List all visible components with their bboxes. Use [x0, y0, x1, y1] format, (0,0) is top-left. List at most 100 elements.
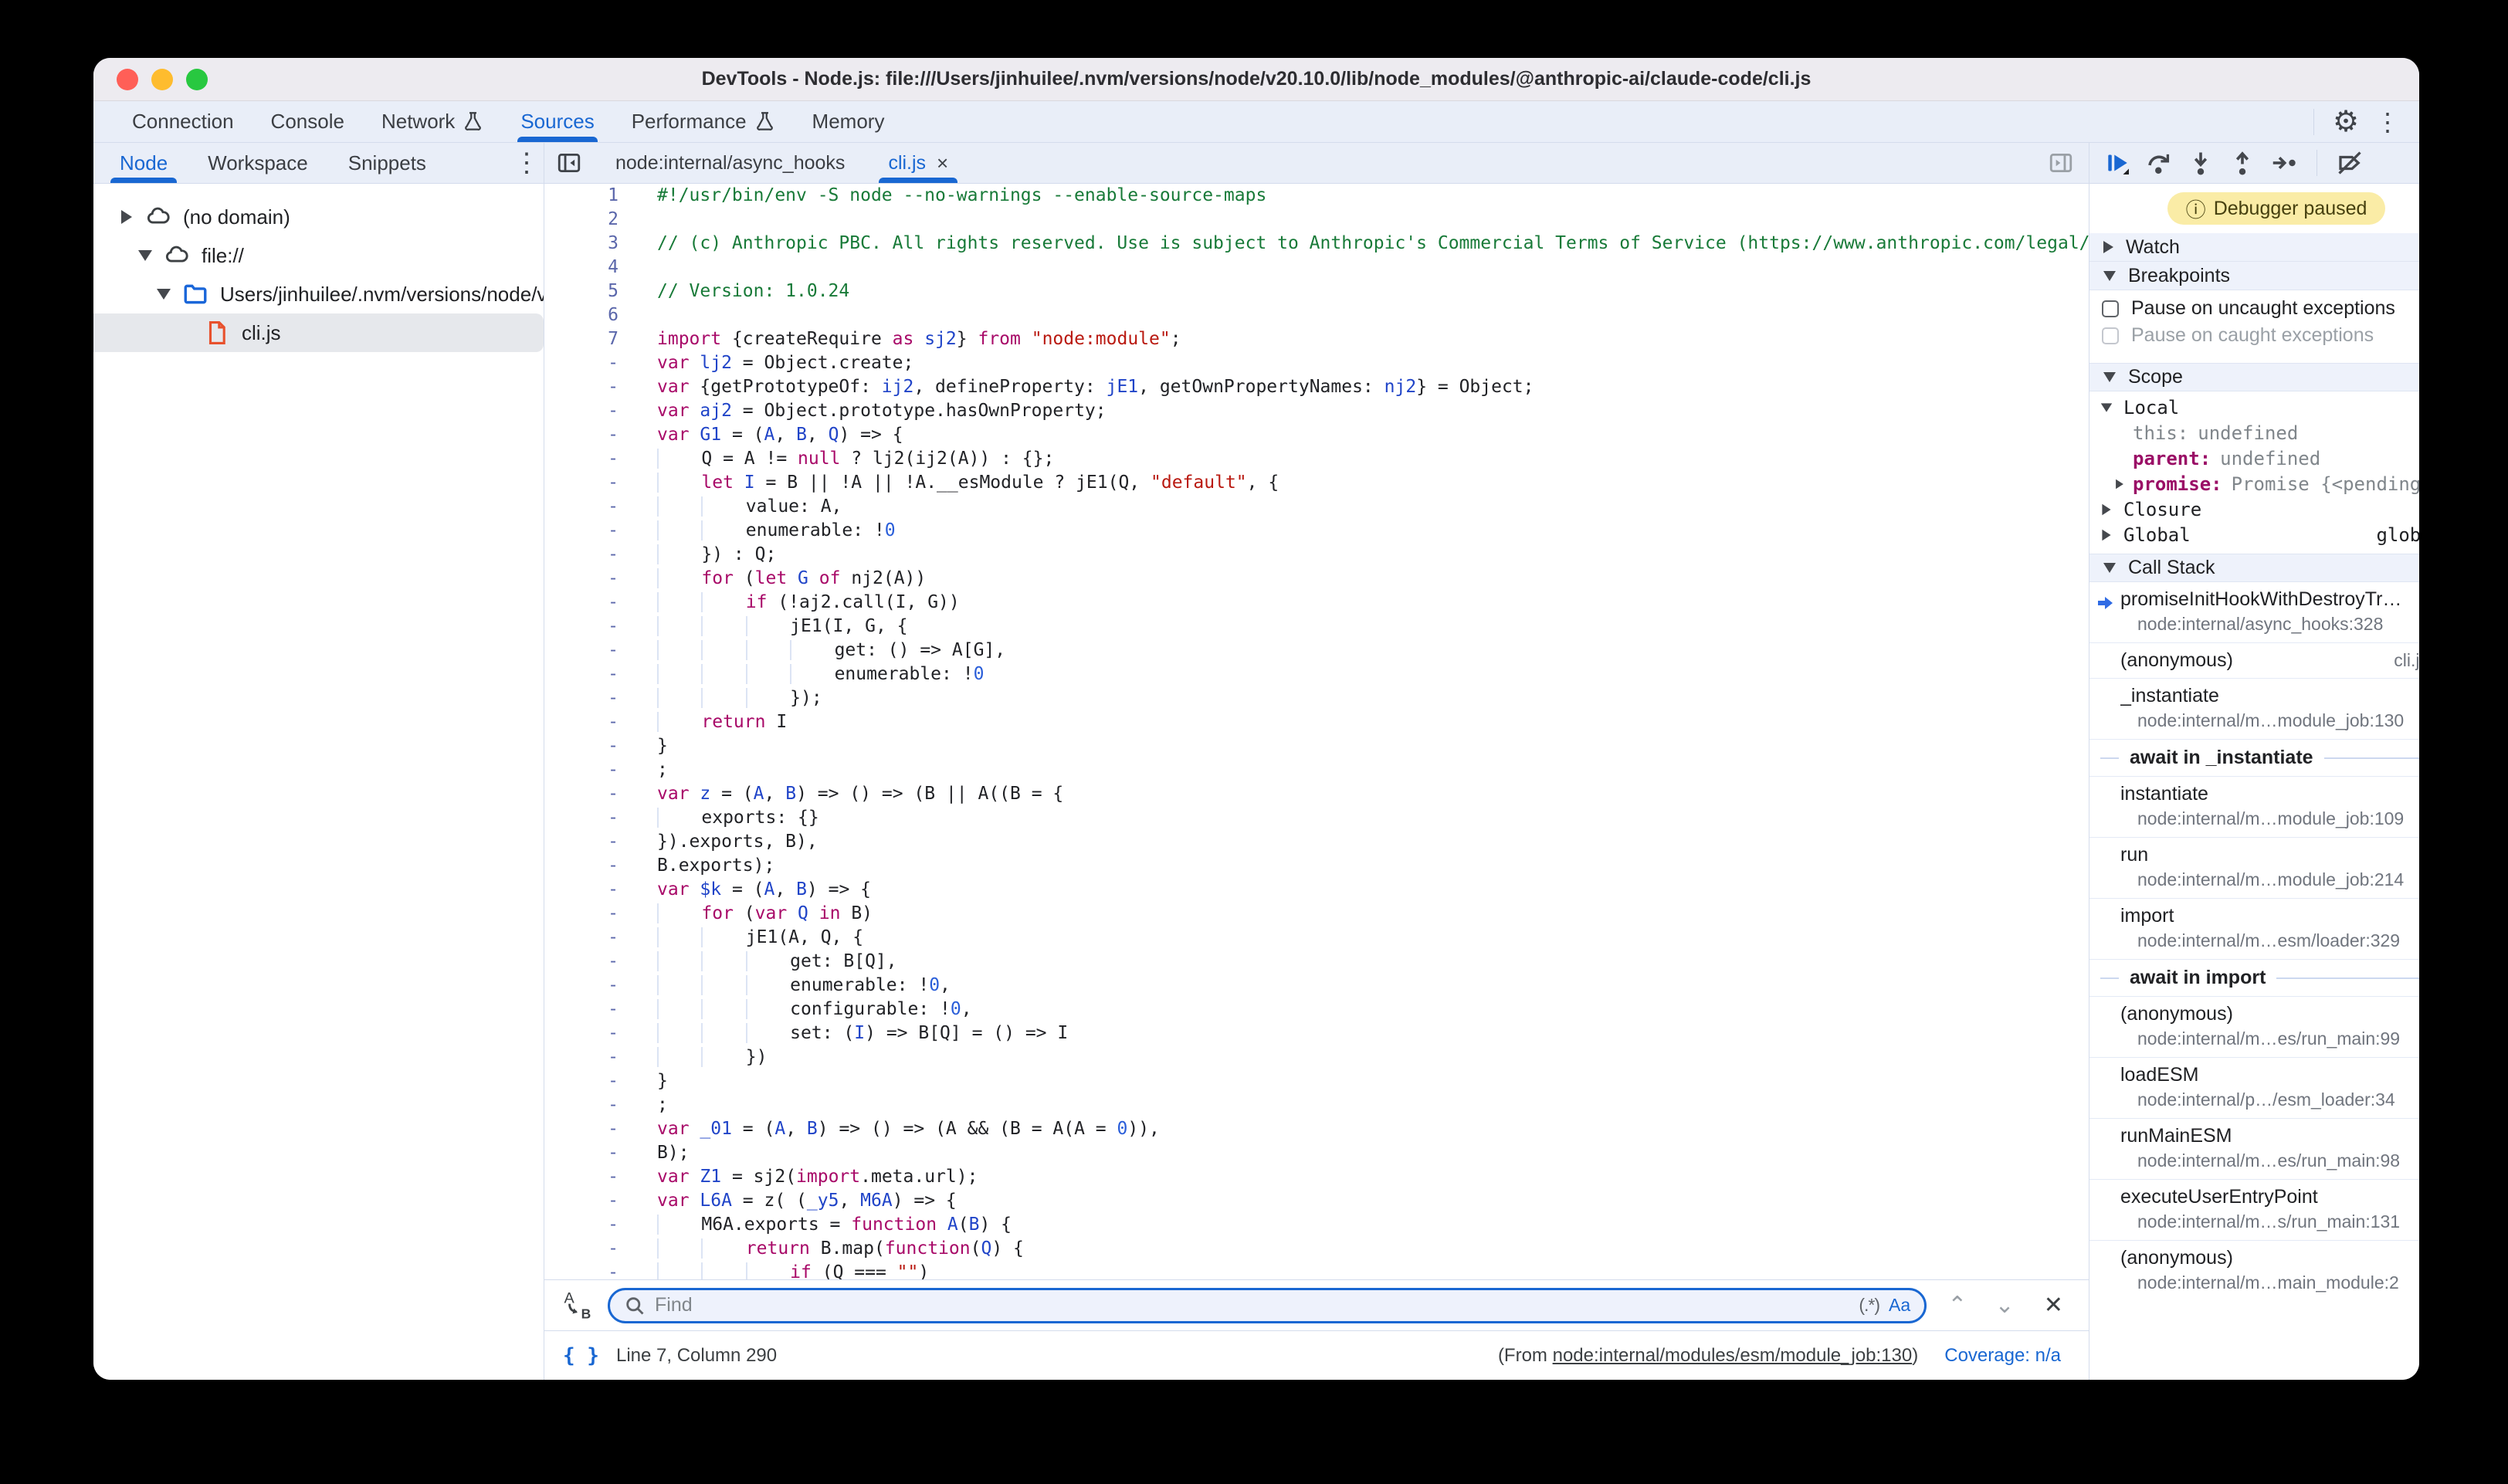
line-number[interactable]: - — [544, 1261, 629, 1279]
tab-snippets[interactable]: Snippets — [328, 143, 446, 183]
close-window-button[interactable] — [117, 69, 138, 90]
line-number[interactable]: - — [544, 926, 629, 950]
line-number[interactable]: 7 — [544, 327, 629, 351]
line-number[interactable]: - — [544, 567, 629, 591]
call-stack-frame[interactable]: importnode:internal/m…esm/loader:329 — [2089, 898, 2419, 959]
line-number[interactable]: - — [544, 1045, 629, 1069]
pause-uncaught-checkbox[interactable] — [2102, 300, 2119, 317]
resume-script-icon[interactable] — [2100, 146, 2134, 180]
line-number[interactable]: - — [544, 1189, 629, 1213]
line-number[interactable]: - — [544, 375, 629, 399]
tree-item-folder[interactable]: Users/jinhuilee/.nvm/versions/node/v2… — [93, 275, 544, 313]
line-number[interactable]: - — [544, 1237, 629, 1261]
collapse-arrow-icon[interactable] — [2103, 271, 2116, 281]
line-number[interactable]: - — [544, 615, 629, 639]
pause-caught-row[interactable]: Pause on caught exceptions — [2089, 322, 2419, 349]
expand-arrow-icon[interactable] — [2103, 241, 2113, 253]
toggle-debugger-pane-icon[interactable] — [2044, 146, 2078, 180]
line-number[interactable]: - — [544, 447, 629, 471]
expand-arrow-icon[interactable] — [121, 210, 132, 224]
line-number[interactable]: - — [544, 950, 629, 974]
line-number[interactable]: - — [544, 1117, 629, 1141]
line-number[interactable]: - — [544, 1213, 629, 1237]
scope-variable-parent[interactable]: parent:undefined — [2089, 446, 2419, 471]
scope-group-local[interactable]: Local — [2089, 395, 2419, 420]
navigator-more-icon[interactable]: ⋮ — [510, 143, 544, 183]
line-number[interactable]: - — [544, 591, 629, 615]
line-number[interactable]: 2 — [544, 208, 629, 232]
section-scope[interactable]: Scope — [2089, 363, 2419, 391]
line-number[interactable]: 3 — [544, 232, 629, 256]
call-stack-frame[interactable]: promiseInitHookWithDestroyTr…node:intern… — [2089, 582, 2419, 642]
match-case-toggle[interactable]: Aa — [1889, 1295, 1910, 1316]
section-watch[interactable]: Watch — [2089, 233, 2419, 262]
tree-item-file-protocol[interactable]: file:// — [93, 236, 544, 275]
line-number[interactable]: - — [544, 1022, 629, 1045]
call-stack-frame[interactable]: _instantiatenode:internal/m…module_job:1… — [2089, 678, 2419, 739]
expand-arrow-icon[interactable] — [2116, 479, 2123, 489]
step-out-icon[interactable] — [2225, 146, 2259, 180]
minimize-window-button[interactable] — [151, 69, 173, 90]
more-options-icon[interactable]: ⋮ — [2370, 104, 2405, 140]
call-stack-frame[interactable]: (anonymous)cli.js:1 — [2089, 642, 2419, 678]
pretty-print-icon[interactable]: { } — [563, 1344, 599, 1367]
line-number[interactable]: - — [544, 519, 629, 543]
tab-memory[interactable]: Memory — [794, 101, 903, 142]
find-input[interactable] — [655, 1294, 1849, 1316]
line-number[interactable]: - — [544, 710, 629, 734]
tab-node[interactable]: Node — [100, 143, 188, 183]
line-number[interactable]: - — [544, 1093, 629, 1117]
collapse-arrow-icon[interactable] — [157, 289, 171, 300]
step-into-icon[interactable] — [2184, 146, 2218, 180]
deactivate-breakpoints-icon[interactable] — [2333, 146, 2367, 180]
line-number[interactable]: - — [544, 782, 629, 806]
settings-gear-icon[interactable]: ⚙ — [2328, 104, 2364, 140]
line-number[interactable]: 4 — [544, 256, 629, 280]
tab-connection[interactable]: Connection — [114, 101, 252, 142]
line-number[interactable]: - — [544, 686, 629, 710]
call-stack-frame[interactable]: (anonymous)node:internal/m…main_module:2 — [2089, 1240, 2419, 1301]
tab-clijs[interactable]: cli.js × — [866, 143, 970, 183]
collapse-arrow-icon[interactable] — [2103, 372, 2116, 382]
line-number[interactable]: - — [544, 758, 629, 782]
expand-arrow-icon[interactable] — [2102, 503, 2110, 514]
coverage-link[interactable]: Coverage: n/a — [1944, 1345, 2061, 1367]
line-number[interactable]: - — [544, 351, 629, 375]
line-number[interactable]: - — [544, 639, 629, 662]
call-stack-frame[interactable]: loadESMnode:internal/p…/esm_loader:34 — [2089, 1057, 2419, 1118]
line-number[interactable]: - — [544, 974, 629, 998]
call-stack-frame[interactable]: (anonymous)node:internal/m…es/run_main:9… — [2089, 996, 2419, 1057]
expand-arrow-icon[interactable] — [2102, 529, 2110, 540]
pause-caught-checkbox[interactable] — [2102, 327, 2119, 344]
section-breakpoints[interactable]: Breakpoints — [2089, 262, 2419, 290]
scope-variable-this[interactable]: this:undefined — [2089, 420, 2419, 446]
tab-sources[interactable]: Sources — [502, 101, 612, 142]
replace-toggle-icon[interactable]: A B — [561, 1289, 594, 1322]
step-icon[interactable] — [2267, 146, 2301, 180]
scope-group-global[interactable]: Globalglobal — [2089, 522, 2419, 547]
call-stack-frame[interactable]: instantiatenode:internal/m…module_job:10… — [2089, 776, 2419, 837]
scope-variable-promise[interactable]: promise:Promise {<pending>} — [2089, 471, 2419, 496]
close-tab-icon[interactable]: × — [937, 151, 948, 175]
scope-group-closure[interactable]: Closure — [2089, 496, 2419, 522]
tab-console[interactable]: Console — [252, 101, 363, 142]
section-call-stack[interactable]: Call Stack — [2089, 554, 2419, 582]
line-number[interactable]: 1 — [544, 184, 629, 208]
expand-arrow-icon[interactable] — [2101, 403, 2112, 412]
call-stack-frame[interactable]: runMainESMnode:internal/m…es/run_main:98 — [2089, 1118, 2419, 1179]
line-number[interactable]: - — [544, 399, 629, 423]
line-number[interactable]: - — [544, 662, 629, 686]
line-number[interactable]: - — [544, 998, 629, 1022]
line-number[interactable]: - — [544, 543, 629, 567]
line-number[interactable]: - — [544, 1141, 629, 1165]
pause-uncaught-row[interactable]: Pause on uncaught exceptions — [2089, 295, 2419, 322]
tab-workspace[interactable]: Workspace — [188, 143, 328, 183]
source-code-viewer[interactable]: 1#!/usr/bin/env -S node --no-warnings --… — [544, 184, 2089, 1279]
line-number[interactable]: - — [544, 878, 629, 902]
call-stack-frame[interactable]: runnode:internal/m…module_job:214 — [2089, 837, 2419, 898]
collapse-arrow-icon[interactable] — [138, 250, 152, 261]
collapse-arrow-icon[interactable] — [2103, 563, 2116, 573]
regex-toggle[interactable]: (.*) — [1859, 1295, 1879, 1316]
hide-navigator-icon[interactable] — [544, 143, 594, 183]
line-number[interactable]: - — [544, 423, 629, 447]
